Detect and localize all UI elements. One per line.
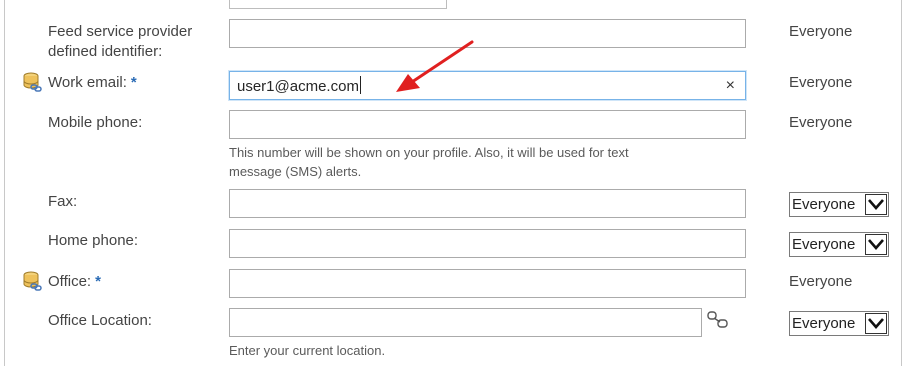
office-location-input[interactable] [229, 308, 702, 337]
database-link-icon [23, 72, 42, 92]
required-marker: * [130, 74, 137, 91]
home-phone-input[interactable] [229, 229, 746, 258]
mobile-phone-help-line1: This number will be shown on your profil… [229, 145, 629, 160]
privacy-work-email: Everyone [789, 74, 853, 91]
privacy-office: Everyone [789, 273, 853, 290]
text-caret [359, 76, 361, 94]
work-email-input[interactable]: user1@acme.com × [229, 71, 746, 100]
chevron-down-icon[interactable] [865, 313, 887, 334]
close-icon[interactable]: × [726, 76, 735, 96]
label-fax: Fax: [48, 193, 78, 210]
privacy-home-phone-selected: Everyone [792, 236, 856, 253]
privacy-fax-selected: Everyone [792, 196, 856, 213]
label-feed-identifier: Feed service provider defined identifier… [48, 22, 192, 62]
privacy-feed-identifier: Everyone [789, 23, 853, 40]
label-work-email-text: Work email: [48, 74, 127, 91]
required-marker: * [95, 273, 101, 290]
red-arrow-annotation [396, 40, 474, 92]
chevron-down-icon[interactable] [865, 194, 887, 215]
privacy-fax-select[interactable]: Everyone [789, 192, 889, 217]
label-feed-identifier-line2: defined identifier: [48, 43, 163, 60]
privacy-mobile-phone: Everyone [789, 114, 853, 131]
label-office-location: Office Location: [48, 312, 152, 329]
privacy-home-phone-select[interactable]: Everyone [789, 232, 889, 257]
previous-field-edge [229, 0, 447, 9]
work-email-value-text: user1@acme.com [237, 78, 359, 95]
label-feed-identifier-line1: Feed service provider [48, 23, 193, 40]
label-home-phone: Home phone: [48, 232, 139, 249]
label-mobile-phone: Mobile phone: [48, 114, 143, 131]
work-email-value: user1@acme.com [237, 76, 361, 97]
privacy-office-location-selected: Everyone [792, 315, 856, 332]
mobile-phone-input[interactable] [229, 110, 746, 139]
address-book-icon[interactable] [706, 310, 730, 330]
privacy-office-location-select[interactable]: Everyone [789, 311, 889, 336]
office-location-help: Enter your current location. [229, 343, 386, 358]
label-work-email: Work email: * [48, 73, 137, 93]
mobile-phone-help: This number will be shown on your profil… [229, 143, 629, 181]
chevron-down-icon[interactable] [865, 234, 887, 255]
feed-identifier-input[interactable] [229, 19, 746, 48]
label-office: Office: * [48, 272, 101, 292]
mobile-phone-help-line2: message (SMS) alerts. [229, 164, 362, 179]
database-link-icon [23, 271, 42, 291]
fax-input[interactable] [229, 189, 746, 218]
office-input[interactable] [229, 269, 746, 298]
label-office-text: Office: [48, 273, 92, 290]
